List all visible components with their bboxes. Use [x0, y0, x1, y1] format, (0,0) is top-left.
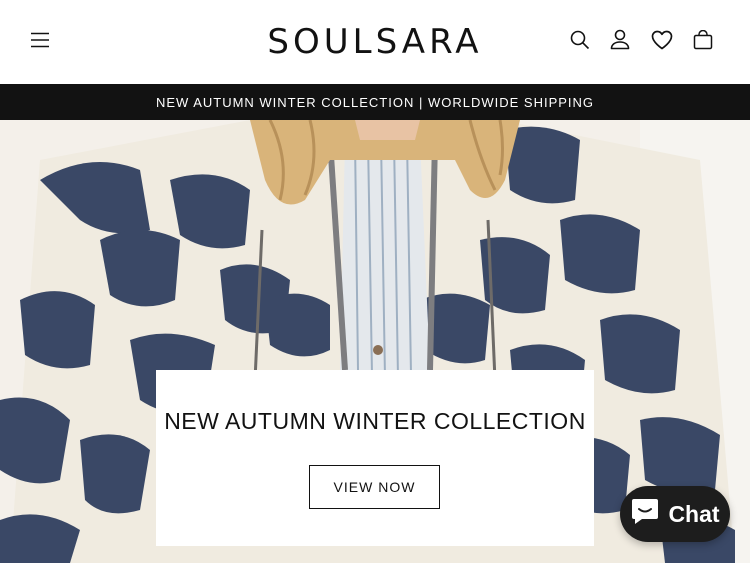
hero-content-card: NEW AUTUMN WINTER COLLECTION VIEW NOW — [156, 370, 594, 546]
chat-widget-button[interactable]: Chat — [620, 486, 730, 542]
shopping-bag-icon — [693, 29, 713, 55]
site-header: SOULSARA — [0, 0, 750, 84]
announcement-text: NEW AUTUMN WINTER COLLECTION | WORLDWIDE… — [155, 94, 595, 110]
menu-button[interactable] — [24, 26, 56, 58]
chat-label: Chat — [668, 500, 720, 527]
cart-button[interactable] — [687, 26, 719, 58]
chat-bubble-icon — [630, 497, 660, 531]
heart-icon — [651, 30, 673, 55]
search-button[interactable] — [564, 26, 596, 58]
hamburger-menu-icon — [30, 32, 50, 53]
announcement-bar: NEW AUTUMN WINTER COLLECTION | WORLDWIDE… — [0, 84, 750, 120]
hero-title: NEW AUTUMN WINTER COLLECTION — [164, 408, 586, 434]
logo-text: SOULSARA — [267, 22, 483, 62]
search-icon — [570, 30, 590, 55]
account-button[interactable] — [604, 26, 636, 58]
wishlist-button[interactable] — [645, 26, 679, 58]
store-logo[interactable]: SOULSARA — [240, 20, 510, 64]
view-now-button[interactable]: VIEW NOW — [309, 465, 440, 509]
user-icon — [610, 29, 630, 55]
